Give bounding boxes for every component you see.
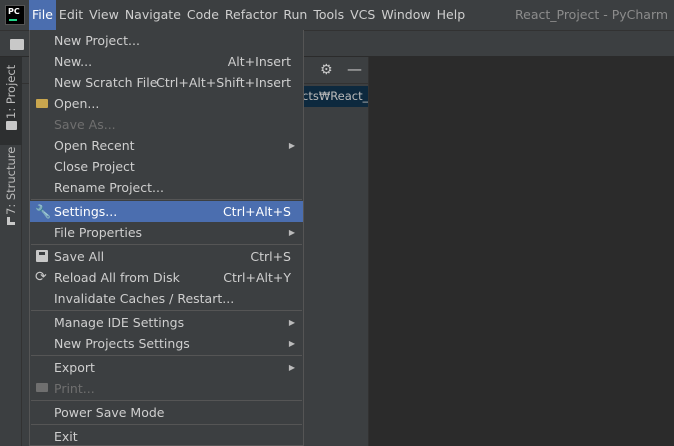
menu-code[interactable]: Code [184, 0, 222, 30]
menu-item-rename-project[interactable]: Rename Project... [30, 177, 303, 198]
minimize-icon[interactable]: — [347, 60, 362, 78]
folder-icon [6, 121, 17, 130]
reload-icon: ⟳ [35, 269, 47, 285]
menu-item-power-save-mode[interactable]: Power Save Mode [30, 402, 303, 423]
tab-structure[interactable]: 7: Structure [0, 147, 22, 229]
menu-help[interactable]: Help [434, 0, 469, 30]
menu-separator [31, 355, 302, 356]
submenu-arrow-icon: ▶ [288, 318, 295, 327]
pycharm-logo-icon: PC [5, 5, 25, 25]
menu-item-export[interactable]: Export ▶ [30, 357, 303, 378]
folder-open-icon [36, 99, 48, 108]
menu-edit[interactable]: Edit [56, 0, 86, 30]
menu-item-new[interactable]: New... Alt+Insert [30, 51, 303, 72]
menu-item-open[interactable]: Open... [30, 93, 303, 114]
save-icon [36, 250, 48, 262]
menu-item-settings[interactable]: 🔧 Settings... Ctrl+Alt+S [30, 201, 303, 222]
menu-separator [31, 199, 302, 200]
menu-item-file-properties[interactable]: File Properties ▶ [30, 222, 303, 243]
menu-separator [31, 310, 302, 311]
menu-item-print[interactable]: Print... [30, 378, 303, 399]
menu-item-exit[interactable]: Exit [30, 426, 303, 446]
editor-area [368, 57, 674, 446]
menu-file[interactable]: File [29, 0, 56, 30]
menu-item-manage-ide-settings[interactable]: Manage IDE Settings ▶ [30, 312, 303, 333]
submenu-arrow-icon: ▶ [288, 339, 295, 348]
menu-refactor[interactable]: Refactor [222, 0, 280, 30]
menu-item-open-recent[interactable]: Open Recent ▶ [30, 135, 303, 156]
menu-view[interactable]: View [86, 0, 122, 30]
structure-icon [7, 217, 15, 225]
menu-item-new-projects-settings[interactable]: New Projects Settings ▶ [30, 333, 303, 354]
left-tool-strip: 1: Project 7: Structure [0, 57, 22, 446]
print-icon [36, 383, 48, 392]
menu-item-save-as[interactable]: Save As... [30, 114, 303, 135]
menu-tools[interactable]: Tools [310, 0, 347, 30]
menu-item-new-project[interactable]: New Project... [30, 30, 303, 51]
menu-item-save-all[interactable]: Save All Ctrl+S [30, 246, 303, 267]
submenu-arrow-icon: ▶ [288, 228, 295, 237]
menu-run[interactable]: Run [280, 0, 310, 30]
menu-item-close-project[interactable]: Close Project [30, 156, 303, 177]
menu-item-new-scratch-file[interactable]: New Scratch File Ctrl+Alt+Shift+Insert [30, 72, 303, 93]
tab-project-label: 1: Project [4, 64, 18, 119]
folder-icon[interactable] [10, 39, 24, 50]
file-menu-dropdown: New Project... New... Alt+Insert New Scr… [29, 30, 304, 446]
menu-separator [31, 244, 302, 245]
menu-item-invalidate-caches[interactable]: Invalidate Caches / Restart... [30, 288, 303, 309]
submenu-arrow-icon: ▶ [288, 141, 295, 150]
menu-separator [31, 400, 302, 401]
menu-navigate[interactable]: Navigate [122, 0, 184, 30]
window-title: React_Project - PyCharm [515, 7, 669, 22]
wrench-icon: 🔧 [35, 205, 52, 220]
gear-icon[interactable]: ⚙ [320, 62, 333, 78]
tab-project[interactable]: 1: Project [0, 57, 22, 145]
submenu-arrow-icon: ▶ [288, 363, 295, 372]
menu-bar: PC File Edit View Navigate Code Refactor… [0, 0, 674, 30]
menu-item-reload-all[interactable]: ⟳ Reload All from Disk Ctrl+Alt+Y [30, 267, 303, 288]
menu-window[interactable]: Window [378, 0, 433, 30]
menu-separator [31, 424, 302, 425]
project-path[interactable]: cts₩React_P [302, 86, 368, 107]
menu-vcs[interactable]: VCS [347, 0, 378, 30]
tab-structure-label: 7: Structure [4, 146, 18, 215]
